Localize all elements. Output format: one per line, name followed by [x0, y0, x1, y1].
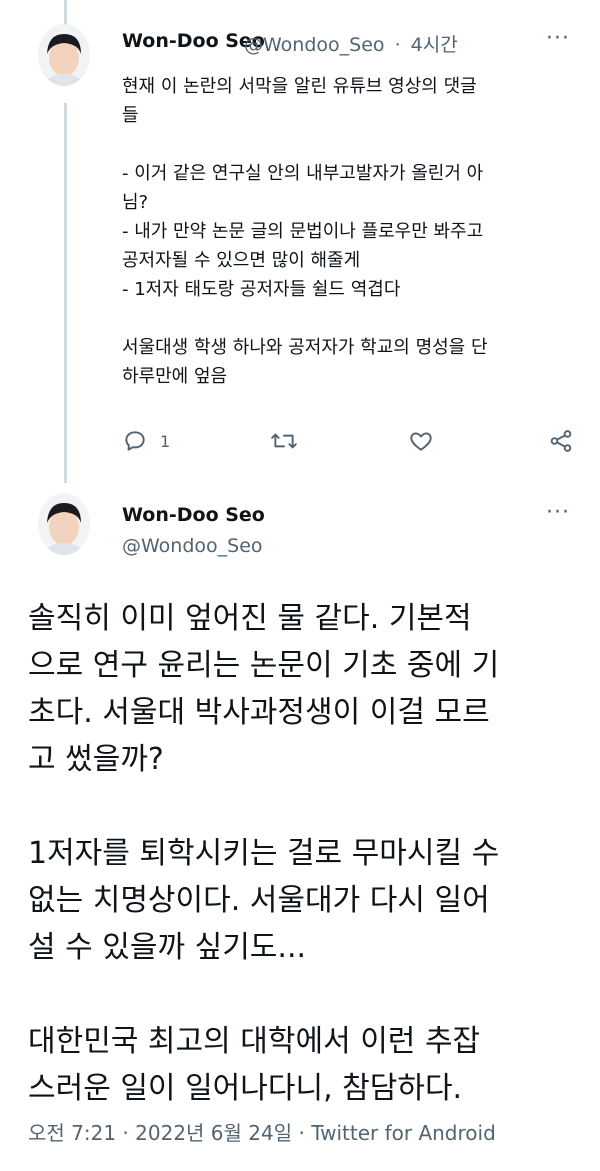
- avatar-image: [38, 24, 90, 86]
- reply-icon: [125, 431, 145, 451]
- author-name[interactable]: Won-Doo Seo: [122, 504, 265, 526]
- thread-line: [64, 103, 67, 483]
- author-handle[interactable]: @Wondoo_Seo · 4시간: [244, 30, 458, 57]
- avatar-image: [38, 493, 90, 555]
- like-icon: [410, 432, 432, 451]
- tweet-text: 현재 이 논란의 서막을 알린 유튜브 영상의 댓글 들 - 이거 같은 연구실…: [122, 76, 488, 387]
- timestamp[interactable]: 4시간: [411, 34, 458, 56]
- tweet-text: 솔직히 이미 엎어진 물 같다. 기본적 으로 연구 윤리는 논문이 기초 중에…: [28, 601, 500, 1106]
- retweet-icon: [271, 433, 297, 449]
- more-icon[interactable]: ···: [546, 500, 570, 525]
- more-icon[interactable]: ···: [546, 26, 570, 51]
- reply-button[interactable]: 1: [122, 428, 170, 454]
- handle-text: @Wondoo_Seo: [244, 34, 385, 56]
- avatar[interactable]: [38, 493, 90, 555]
- avatar[interactable]: [38, 24, 90, 86]
- time-separator: ·: [394, 34, 401, 56]
- reply-count: 1: [160, 431, 171, 451]
- share-button[interactable]: [548, 428, 574, 454]
- like-button[interactable]: [408, 428, 434, 454]
- retweet-button[interactable]: [270, 428, 298, 454]
- share-icon: [550, 430, 572, 452]
- tweet-actions: 1: [122, 428, 572, 458]
- thread-line-top: [64, 0, 67, 25]
- tweet-footer[interactable]: 오전 7:21 · 2022년 6월 24일 · Twitter for And…: [28, 1117, 496, 1146]
- author-handle[interactable]: @Wondoo_Seo: [122, 535, 263, 557]
